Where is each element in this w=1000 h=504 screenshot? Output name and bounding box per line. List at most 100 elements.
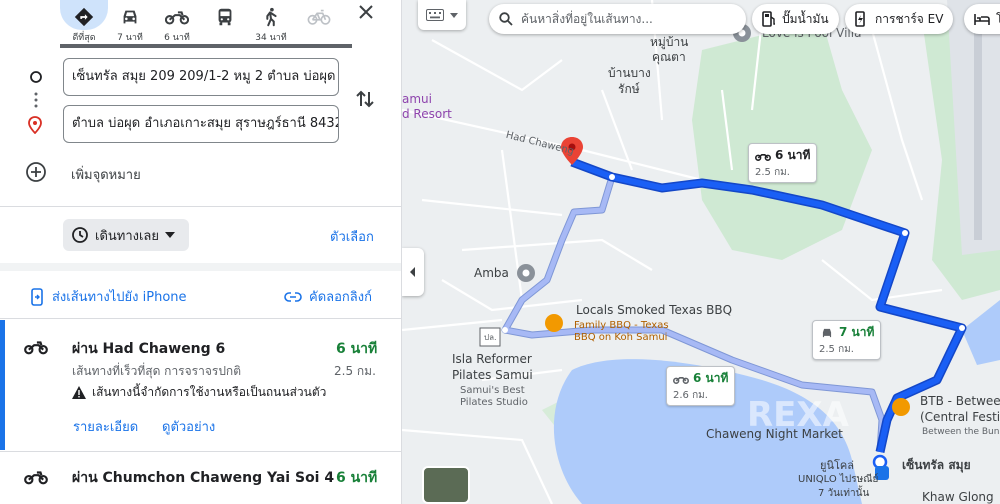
send-to-phone-label: ส่งเส้นทางไปยัง iPhone (52, 290, 187, 305)
route-warning: เส้นทางนี้จำกัดการใช้งานหรือเป็นถนนส่วนต… (72, 383, 326, 402)
caret-down-icon (165, 232, 176, 238)
keyboard-icon (426, 9, 444, 21)
divider (0, 206, 401, 207)
route-bubble-time: 6 นาที (673, 369, 728, 388)
directions-panel: ดีที่สุด 7 นาที 6 นาที 34 นาที เซ็นทรัล … (0, 0, 402, 504)
search-placeholder: ค้นหาสิ่งที่อยู่ในเส้นทาง... (521, 11, 653, 26)
link-icon (284, 291, 302, 302)
route-warning-text: เส้นทางนี้จำกัดการใช้งานหรือเป็นถนนส่วนต… (92, 385, 327, 399)
map-label-poi: Between the Buns (922, 427, 1000, 437)
route-bubble-time: 7 นาที (819, 323, 874, 342)
map-label-poi: 7 วันเท่านั้น (818, 488, 870, 499)
route-bubble-main[interactable]: 6 นาที 2.5 กม. (748, 143, 818, 183)
close-icon (359, 5, 373, 19)
search-icon (499, 12, 513, 26)
route-bubble-time: 6 นาที (755, 146, 810, 165)
map-label-poi: amui (402, 92, 432, 106)
route-subtitle: เส้นทางที่เร็วที่สุด การจราจรปกติ (72, 364, 241, 378)
mode-underline (60, 44, 352, 48)
add-destination-link[interactable]: เพิ่มจุดหมาย (71, 164, 141, 185)
depart-now-label: เดินทางเลย (95, 228, 160, 244)
route-title: ผ่าน Had Chaweng 6 (72, 341, 226, 357)
copy-link-button[interactable]: คัดลอกลิงก์ (284, 286, 372, 307)
destination-pin-icon (28, 116, 42, 134)
mode-motorcycle-label: 6 นาที (164, 33, 190, 43)
copy-link-label: คัดลอกลิงก์ (309, 290, 372, 305)
map-label-poi: d Resort (402, 107, 452, 121)
map-canvas[interactable]: REXA Love is Pool Villa หมู่บ้าน คุณตา บ… (402, 0, 1000, 504)
route-bubble-time-text: 7 นาที (839, 325, 875, 339)
route-bubble-distance: 2.5 กม. (819, 344, 854, 355)
depart-now-dropdown[interactable]: เดินทางเลย (63, 219, 189, 251)
map-label-poi: (Central Festi (920, 410, 1000, 424)
map-label-poi: Isla Reformer (452, 352, 532, 366)
map-label-poi: Amba (474, 266, 509, 280)
route-option-1[interactable]: ผ่าน Had Chaweng 6 6 นาที เส้นทางที่เร็ว… (0, 320, 401, 450)
route-bubble-alt[interactable]: 6 นาที 2.6 กม. (666, 366, 736, 406)
map-label-poi: Pilates Studio (460, 397, 528, 408)
route-details-link[interactable]: รายละเอียด (73, 416, 138, 437)
route-bubble-time-text: 6 นาที (693, 371, 729, 385)
route-duration: 6 นาที (336, 341, 378, 357)
map-base-layer: REXA (402, 0, 1000, 504)
chip-ev-charging[interactable]: การชาร์จ EV (845, 4, 954, 34)
collapse-panel-button[interactable] (402, 248, 424, 296)
close-directions-button[interactable] (352, 0, 380, 28)
satellite-layer-thumbnail[interactable] (422, 466, 470, 504)
mode-best-label: ดีที่สุด (72, 33, 96, 43)
map-label-poi: Locals Smoked Texas BBQ (576, 303, 733, 317)
map-label-poi: BBQ on Koh Samui (574, 332, 668, 343)
map-label-origin: เซ็นทรัล สมุย (902, 458, 971, 472)
ev-charging-icon (855, 11, 865, 27)
send-to-phone-link[interactable]: ส่งเส้นทางไปยัง iPhone (30, 286, 187, 307)
chip-gas-label: ปั๊มน้ำมัน (782, 11, 829, 26)
clock-icon (72, 227, 88, 243)
mode-transit[interactable] (203, 0, 247, 44)
mode-bicycle[interactable] (297, 0, 341, 44)
chip-hotels[interactable]: โ (964, 4, 1000, 34)
add-circle-icon[interactable] (25, 161, 47, 183)
swap-icon (356, 90, 374, 108)
motorcycle-icon (24, 471, 48, 485)
mode-walk[interactable]: 34 นาที (249, 0, 293, 44)
car-icon (822, 328, 832, 337)
route-bubble-car[interactable]: 7 นาที 2.5 กม. (812, 320, 882, 360)
route-duration: 6 นาที (336, 470, 378, 486)
gas-station-icon (762, 11, 775, 27)
route-preview-link[interactable]: ดูตัวอย่าง (162, 416, 215, 437)
chevron-left-icon (410, 267, 415, 277)
input-tools-button[interactable] (418, 0, 466, 30)
options-link[interactable]: ตัวเลือก (330, 226, 374, 247)
map-label-poi: Khaw Glong (922, 490, 994, 504)
map-label-poi: Samui's Best (460, 385, 525, 396)
mode-car-label: 7 นาที (117, 33, 143, 43)
route-bubble-distance: 2.5 กม. (755, 167, 790, 178)
route-dots-icon (34, 92, 38, 108)
destination-input[interactable]: ตำบล บ่อผุด อำเภอเกาะสมุย สุราษฎร์ธานี 8… (63, 105, 339, 143)
diamond-turn-icon (74, 7, 94, 27)
route-option-2[interactable]: ผ่าน Chumchon Chaweng Yai Soi 4 6 นาที (0, 452, 401, 504)
origin-input[interactable]: เซ็นทรัล สมุย 209 209/1-2 หมู 2 ตำบล บ่อ… (63, 58, 339, 96)
divider (0, 318, 401, 319)
mode-motorcycle[interactable]: 6 นาที (155, 0, 199, 44)
map-label-poi: Chaweng Night Market (706, 427, 843, 441)
route-bubble-time-text: 6 นาที (775, 148, 811, 162)
warning-icon (72, 386, 86, 399)
map-label-poi: UNIQLO ไปรษณีย์ (798, 474, 879, 485)
bicycle-icon (307, 9, 331, 25)
motorcycle-icon (165, 11, 189, 25)
section-divider (0, 263, 401, 271)
search-along-route-input[interactable]: ค้นหาสิ่งที่อยู่ในเส้นทาง... (489, 4, 746, 34)
chip-gas-stations[interactable]: ปั๊มน้ำมัน (752, 4, 839, 34)
mode-best[interactable]: ดีที่สุด (60, 0, 108, 44)
selected-route-indicator (0, 320, 5, 450)
mode-car[interactable]: 7 นาที (108, 0, 152, 44)
bed-icon (974, 14, 990, 25)
travel-mode-bar: ดีที่สุด 7 นาที 6 นาที 34 นาที (0, 0, 401, 48)
swap-locations-button[interactable] (352, 86, 378, 112)
chip-hotel-label: โ (996, 11, 1000, 26)
route-bubble-distance: 2.6 กม. (673, 390, 708, 401)
route-distance: 2.5 กม. (334, 364, 376, 378)
bus-icon (218, 8, 232, 26)
car-icon (123, 10, 137, 24)
